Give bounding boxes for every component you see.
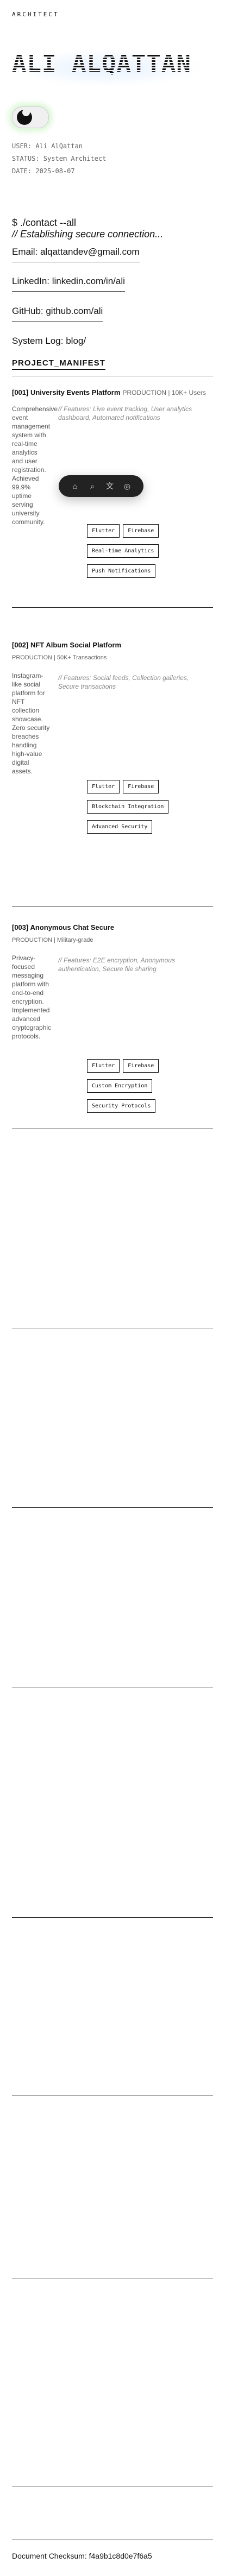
linkedin-text[interactable]: LinkedIn: linkedin.com/in/ali (12, 276, 125, 286)
theme-toggle[interactable] (12, 106, 49, 128)
tech-chip: Flutter (87, 1059, 120, 1073)
tech-chip: Firebase (123, 524, 159, 538)
project-card: [002] NFT Album Social Platform PRODUCTI… (12, 641, 213, 834)
floating-toolbar: ⌂ ⌕ 文 ◎ (59, 475, 143, 497)
system-log-link[interactable]: System Log: blog/ (12, 336, 86, 347)
divider (12, 607, 213, 608)
project-card: [001] University Events Platform PRODUCTI… (12, 388, 213, 578)
circle-icon[interactable]: ◎ (122, 481, 132, 491)
hero-name: ALI ALQATTAN (12, 50, 191, 78)
github-text[interactable]: GitHub: github.com/ali (12, 306, 103, 316)
tech-chip: Firebase (123, 780, 159, 793)
tech-chip: Push Notifications (87, 564, 156, 578)
moon-icon (17, 109, 32, 125)
meta-status: STATUS: System Architect (12, 155, 107, 162)
tech-chip: Blockchain Integration (87, 800, 169, 814)
contact-command-text: $ ./contact --all (12, 217, 77, 228)
divider (12, 1507, 213, 1508)
tech-chip: Flutter (87, 524, 120, 538)
divider (12, 1687, 213, 1688)
project-card: [003] Anonymous Chat Secure PRODUCTION |… (12, 923, 213, 1113)
project-tag: PRODUCTION | Military-grade (12, 937, 93, 943)
tech-chips: Flutter Firebase Blockchain Integration A… (87, 780, 174, 840)
project-title: [003] Anonymous Chat Secure (12, 923, 115, 931)
site-label: ARCHITECT (12, 11, 59, 18)
tech-chip: Security Protocols (87, 1099, 156, 1113)
search-icon[interactable]: ⌕ (88, 481, 97, 491)
project-title: [001] University Events Platform PRODUCTI… (12, 388, 206, 396)
email-link[interactable]: Email: alqattandev@gmail.com (12, 247, 140, 262)
tech-chips: Flutter Firebase Custom Encryption Securi… (87, 1059, 168, 1119)
project-features: // Features: Live event tracking, User a… (58, 405, 192, 421)
contact-comment: // Establishing secure connection... (12, 229, 164, 240)
project-description: Privacy-focused messaging platform with … (12, 954, 52, 1040)
project-tag: PRODUCTION | 50K+ Transactions (12, 654, 107, 661)
divider (12, 2095, 213, 2096)
tech-chip: Custom Encryption (87, 1079, 153, 1093)
project-description: Comprehensive event management system wi… (12, 405, 58, 526)
meta-block: USER: Ali AlQattan STATUS: System Archit… (12, 140, 106, 178)
linkedin-link[interactable]: LinkedIn: linkedin.com/in/ali (12, 276, 125, 292)
tech-chips: Flutter Firebase Real-time Analytics Push… (87, 524, 163, 584)
tech-chip: Advanced Security (87, 820, 153, 834)
project-title: [002] NFT Album Social Platform (12, 641, 122, 649)
divider (12, 1917, 213, 1918)
project-features: // Features: E2E encryption, Anonymous a… (58, 956, 175, 973)
github-link[interactable]: GitHub: github.com/ali (12, 306, 103, 322)
meta-user: USER: Ali AlQattan (12, 142, 83, 150)
meta-date: DATE: 2025-08-07 (12, 167, 75, 175)
project-description: Instagram-like social platform for NFT c… (12, 672, 50, 775)
manifest-title: PROJECT_MANIFEST (12, 358, 105, 370)
document-checksum: Document Checksum: f4a9b1c8d0e7f6a5 (12, 2552, 152, 2560)
tech-chip: Firebase (123, 1059, 159, 1073)
contact-command: $ ./contact --all // Establishing secure… (12, 217, 163, 240)
project-features: // Features: Social feeds, Collection ga… (58, 674, 189, 690)
tech-chip: Real-time Analytics (87, 544, 159, 558)
email-text[interactable]: Email: alqattandev@gmail.com (12, 247, 140, 257)
home-icon[interactable]: ⌂ (70, 481, 80, 491)
translate-icon[interactable]: 文 (105, 481, 115, 491)
tech-chip: Flutter (87, 780, 120, 793)
